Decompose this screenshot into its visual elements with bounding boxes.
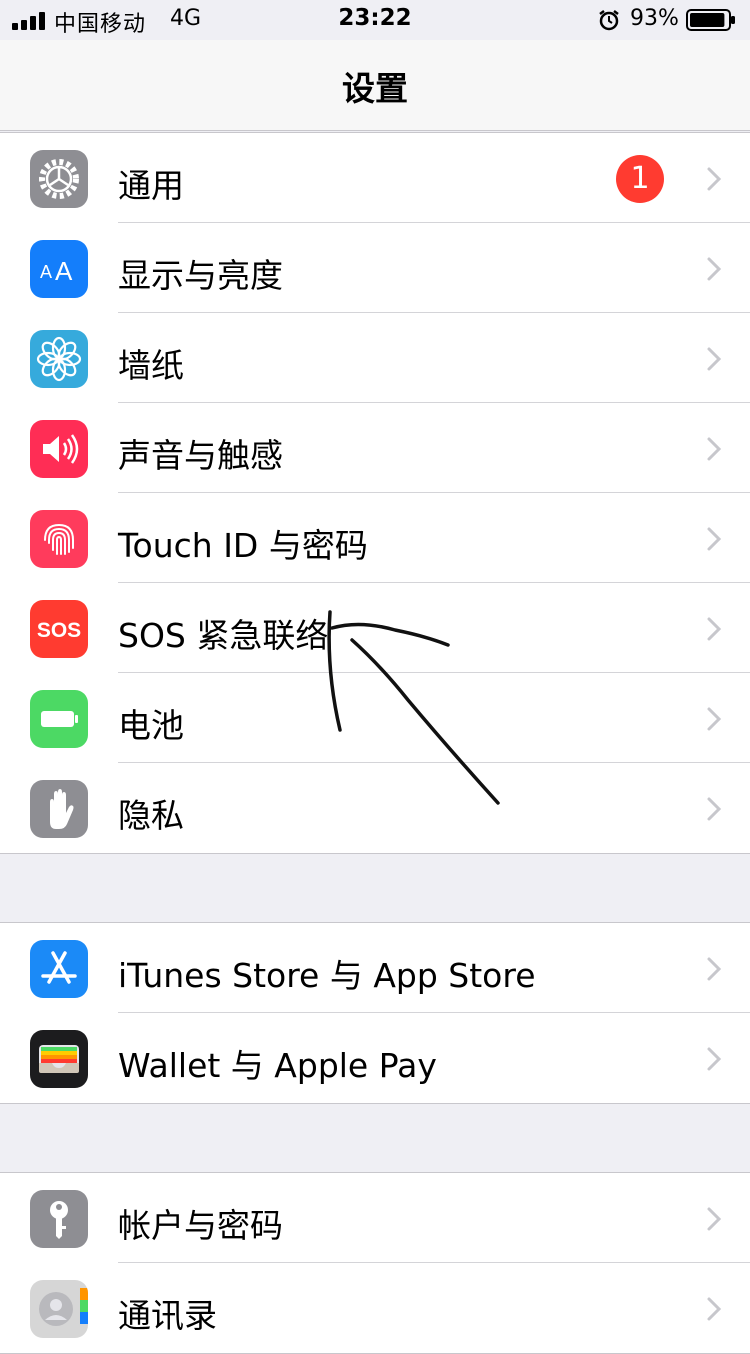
settings-row-label: 通讯录 [118, 1296, 217, 1335]
alarm-icon [599, 10, 619, 31]
sos-icon: SOS [30, 600, 88, 658]
notification-badge: 1 [616, 155, 664, 203]
gear-icon [30, 150, 88, 208]
settings-row-privacy[interactable]: 隐私 [0, 763, 750, 853]
chevron-right-icon [707, 617, 722, 641]
chevron-right-icon [707, 1207, 722, 1231]
settings-row-wallet-apple-pay[interactable]: Wallet 与 Apple Pay [0, 1013, 750, 1103]
settings-row-label: iTunes Store 与 App Store [118, 956, 536, 995]
chevron-right-icon [707, 957, 722, 981]
status-bar: 中国移动 4G 23:22 93% [0, 0, 750, 40]
chevron-right-icon [707, 167, 722, 191]
settings-row-touch-id-passcode[interactable]: Touch ID 与密码 [0, 493, 750, 583]
speaker-icon [30, 420, 88, 478]
fingerprint-icon [30, 510, 88, 568]
chevron-right-icon [707, 1297, 722, 1321]
navigation-bar: 设置 [0, 40, 750, 131]
settings-row-itunes-app-store[interactable]: iTunes Store 与 App Store [0, 923, 750, 1013]
chevron-right-icon [707, 527, 722, 551]
settings-row-label: Touch ID 与密码 [118, 526, 368, 565]
settings-row-sounds-haptics[interactable]: 声音与触感 [0, 403, 750, 493]
chevron-right-icon [707, 347, 722, 371]
settings-row-label: 通用 [118, 166, 184, 205]
settings-row-label: 帐户与密码 [118, 1206, 283, 1245]
contacts-icon [30, 1280, 88, 1338]
chevron-right-icon [707, 707, 722, 731]
key-icon [30, 1190, 88, 1248]
settings-row-emergency-sos[interactable]: SOS SOS 紧急联络 [0, 583, 750, 673]
settings-row-general[interactable]: 通用 1 [0, 133, 750, 223]
chevron-right-icon [707, 797, 722, 821]
settings-row-label: 墙纸 [118, 346, 184, 385]
wallet-icon [30, 1030, 88, 1088]
battery-icon [30, 690, 88, 748]
flower-icon [30, 330, 88, 388]
settings-row-accounts-passwords[interactable]: 帐户与密码 [0, 1173, 750, 1263]
settings-row-label: 隐私 [118, 796, 184, 835]
page-title: 设置 [342, 69, 408, 108]
sos-icon-text: SOS [37, 619, 81, 642]
settings-group-1: 通用 1 A A 显示与亮度 墙纸 声音与触感 Touch ID 与密码 SOS… [0, 132, 750, 854]
chevron-right-icon [707, 1047, 722, 1071]
settings-row-label: 声音与触感 [118, 436, 283, 475]
app-store-icon [30, 940, 88, 998]
svg-text:A: A [40, 262, 52, 282]
svg-text:A: A [55, 256, 73, 286]
chevron-right-icon [707, 437, 722, 461]
text-size-icon: A A [30, 240, 88, 298]
settings-group-2: iTunes Store 与 App Store Wallet 与 Apple … [0, 922, 750, 1104]
settings-row-label: SOS 紧急联络 [118, 616, 329, 655]
battery-status-icon [686, 9, 735, 31]
settings-row-label: Wallet 与 Apple Pay [118, 1046, 437, 1085]
settings-row-label: 显示与亮度 [118, 256, 283, 295]
settings-row-wallpaper[interactable]: 墙纸 [0, 313, 750, 403]
chevron-right-icon [707, 257, 722, 281]
settings-row-display-brightness[interactable]: A A 显示与亮度 [0, 223, 750, 313]
settings-row-contacts[interactable]: 通讯录 [0, 1263, 750, 1353]
battery-percentage: 93% [630, 6, 679, 31]
settings-row-battery[interactable]: 电池 [0, 673, 750, 763]
hand-icon [30, 780, 88, 838]
settings-group-3: 帐户与密码 通讯录 [0, 1172, 750, 1354]
settings-row-label: 电池 [118, 706, 184, 745]
